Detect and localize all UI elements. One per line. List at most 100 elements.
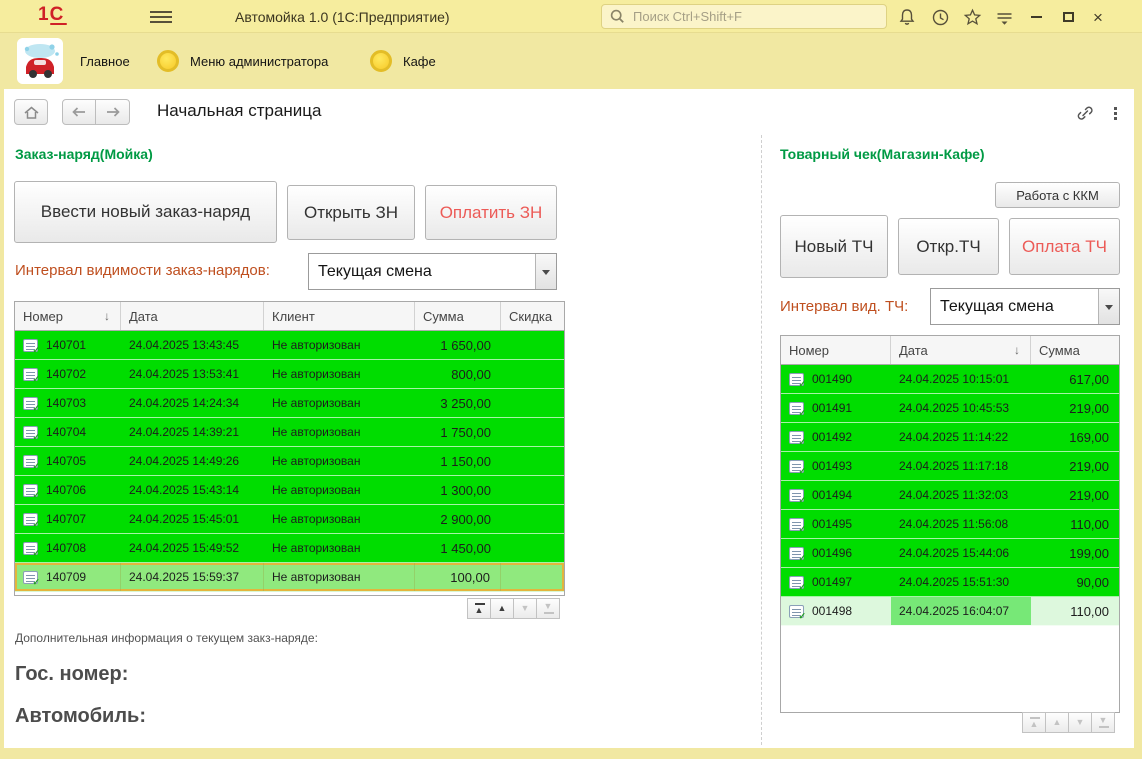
table-row[interactable]: 14070824.04.2025 15:49:52Не авторизован1… <box>15 534 564 563</box>
table-row[interactable]: 14070424.04.2025 14:39:21Не авторизован1… <box>15 418 564 447</box>
cell-date: 24.04.2025 14:49:26 <box>121 447 264 475</box>
left-panel-heading: Заказ-наряд(Мойка) <box>15 146 153 162</box>
nav-item-kafe[interactable]: Кафе <box>403 54 436 69</box>
search-input[interactable] <box>631 8 878 25</box>
column-header[interactable]: Номер <box>781 336 891 364</box>
table-row[interactable]: 14070724.04.2025 15:45:01Не авторизован2… <box>15 505 564 534</box>
scroll-first-button[interactable]: ▲ <box>467 598 491 619</box>
nav-item-glavnoe[interactable]: Главное <box>80 54 130 69</box>
cell-date: 24.04.2025 11:32:03 <box>891 481 1031 509</box>
home-button[interactable] <box>14 99 48 125</box>
column-header[interactable]: Дата↓ <box>891 336 1031 364</box>
column-header[interactable]: Клиент <box>264 302 415 330</box>
column-header[interactable]: Дата <box>121 302 264 330</box>
cell-number: 001497 <box>781 568 891 596</box>
receipt-interval-select[interactable]: Текущая смена <box>930 288 1120 325</box>
table-row[interactable]: 00149124.04.2025 10:45:53219,00 <box>781 394 1119 423</box>
column-header[interactable]: Сумма <box>415 302 501 330</box>
table-row[interactable]: 14070124.04.2025 13:43:45Не авторизован1… <box>15 331 564 360</box>
service-menu-icon[interactable] <box>992 5 1016 29</box>
table-row[interactable]: 00149724.04.2025 15:51:3090,00 <box>781 568 1119 597</box>
new-receipt-button[interactable]: Новый ТЧ <box>780 215 888 278</box>
forward-button[interactable] <box>95 99 130 125</box>
scroll-up-button[interactable]: ▲ <box>1045 712 1069 733</box>
cell-client: Не авторизован <box>264 534 415 562</box>
main-menu-icon[interactable] <box>150 8 172 26</box>
cell-number: 140702 <box>15 360 121 388</box>
cell-number: 001498 <box>781 597 891 625</box>
pay-order-button[interactable]: Оплатить ЗН <box>425 185 557 240</box>
document-icon <box>23 571 38 584</box>
cell-client: Не авторизован <box>264 389 415 417</box>
cell-sum: 110,00 <box>1031 597 1119 625</box>
receipt-interval-value: Текущая смена <box>931 289 1098 324</box>
scroll-up-button[interactable]: ▲ <box>490 598 514 619</box>
table-row[interactable]: 00149024.04.2025 10:15:01617,00 <box>781 365 1119 394</box>
link-icon[interactable] <box>1073 102 1097 124</box>
cell-date: 24.04.2025 15:49:52 <box>121 534 264 562</box>
cell-number: 140703 <box>15 389 121 417</box>
notifications-bell-icon[interactable] <box>895 5 919 29</box>
new-order-button[interactable]: Ввести новый заказ-наряд <box>14 181 277 243</box>
cell-client: Не авторизован <box>264 331 415 359</box>
scroll-down-button[interactable]: ▼ <box>513 598 537 619</box>
table-row[interactable]: 14070324.04.2025 14:24:34Не авторизован3… <box>15 389 564 418</box>
receipts-table: НомерДата↓Сумма 00149024.04.2025 10:15:0… <box>780 335 1120 713</box>
document-icon <box>23 426 38 439</box>
cell-sum: 1 650,00 <box>415 331 501 359</box>
orders-table-scroll-buttons: ▲ ▲ ▼ ▼ <box>468 598 560 619</box>
table-row[interactable]: 00149224.04.2025 11:14:22169,00 <box>781 423 1119 452</box>
document-icon <box>789 460 804 473</box>
cell-number: 140708 <box>15 534 121 562</box>
document-icon <box>789 518 804 531</box>
table-row[interactable]: 00149324.04.2025 11:17:18219,00 <box>781 452 1119 481</box>
scroll-first-button[interactable]: ▲ <box>1022 712 1046 733</box>
cell-date: 24.04.2025 15:45:01 <box>121 505 264 533</box>
chevron-down-icon[interactable] <box>1098 289 1119 324</box>
column-header[interactable]: Сумма <box>1031 336 1119 364</box>
table-row[interactable]: 00149824.04.2025 16:04:07110,00 <box>781 597 1119 626</box>
table-row[interactable]: 14070524.04.2025 14:49:26Не авторизован1… <box>15 447 564 476</box>
table-row[interactable]: 14070624.04.2025 15:43:14Не авторизован1… <box>15 476 564 505</box>
cell-number: 140701 <box>15 331 121 359</box>
history-icon[interactable] <box>928 5 952 29</box>
cell-date: 24.04.2025 15:43:14 <box>121 476 264 504</box>
table-row[interactable]: 00149624.04.2025 15:44:06199,00 <box>781 539 1119 568</box>
open-receipt-button[interactable]: Откр.ТЧ <box>898 218 999 275</box>
section-navbar: Главное Меню администратора Кафе <box>0 34 1142 89</box>
cell-date: 24.04.2025 16:04:07 <box>891 597 1031 625</box>
scroll-last-button[interactable]: ▼ <box>1091 712 1115 733</box>
right-panel-heading: Товарный чек(Магазин-Кафе) <box>780 146 985 162</box>
window-title: Автомойка 1.0 (1С:Предприятие) <box>235 9 450 25</box>
open-order-button[interactable]: Открыть ЗН <box>287 185 415 240</box>
document-icon <box>789 547 804 560</box>
cell-number: 001495 <box>781 510 891 538</box>
favorites-star-icon[interactable] <box>960 5 984 29</box>
table-row[interactable]: 00149424.04.2025 11:32:03219,00 <box>781 481 1119 510</box>
scroll-down-button[interactable]: ▼ <box>1068 712 1092 733</box>
kkm-button[interactable]: Работа с ККМ <box>995 182 1120 208</box>
cell-client: Не авторизован <box>264 447 415 475</box>
table-row[interactable]: 14070224.04.2025 13:53:41Не авторизован8… <box>15 360 564 389</box>
minimize-button[interactable] <box>1024 5 1048 29</box>
nav-item-menu-administratora[interactable]: Меню администратора <box>190 54 328 69</box>
document-icon <box>23 455 38 468</box>
pay-receipt-button[interactable]: Оплата ТЧ <box>1009 218 1120 275</box>
search-icon <box>610 9 625 24</box>
page-title: Начальная страница <box>157 101 322 121</box>
column-header[interactable]: Скидка <box>501 302 564 330</box>
close-button[interactable]: × <box>1086 5 1110 29</box>
order-interval-select[interactable]: Текущая смена <box>308 253 557 290</box>
more-menu-icon[interactable] <box>1106 101 1124 125</box>
cell-date: 24.04.2025 10:15:01 <box>891 365 1031 393</box>
maximize-button[interactable] <box>1056 5 1080 29</box>
sort-desc-icon: ↓ <box>104 309 110 323</box>
column-header[interactable]: Номер↓ <box>15 302 121 330</box>
scroll-last-button[interactable]: ▼ <box>536 598 560 619</box>
panel-divider <box>761 135 762 745</box>
back-button[interactable] <box>62 99 96 125</box>
table-row[interactable]: 00149524.04.2025 11:56:08110,00 <box>781 510 1119 539</box>
cell-date: 24.04.2025 15:59:37 <box>121 563 264 591</box>
chevron-down-icon[interactable] <box>535 254 556 289</box>
table-row[interactable]: 14070924.04.2025 15:59:37Не авторизован1… <box>15 563 564 592</box>
